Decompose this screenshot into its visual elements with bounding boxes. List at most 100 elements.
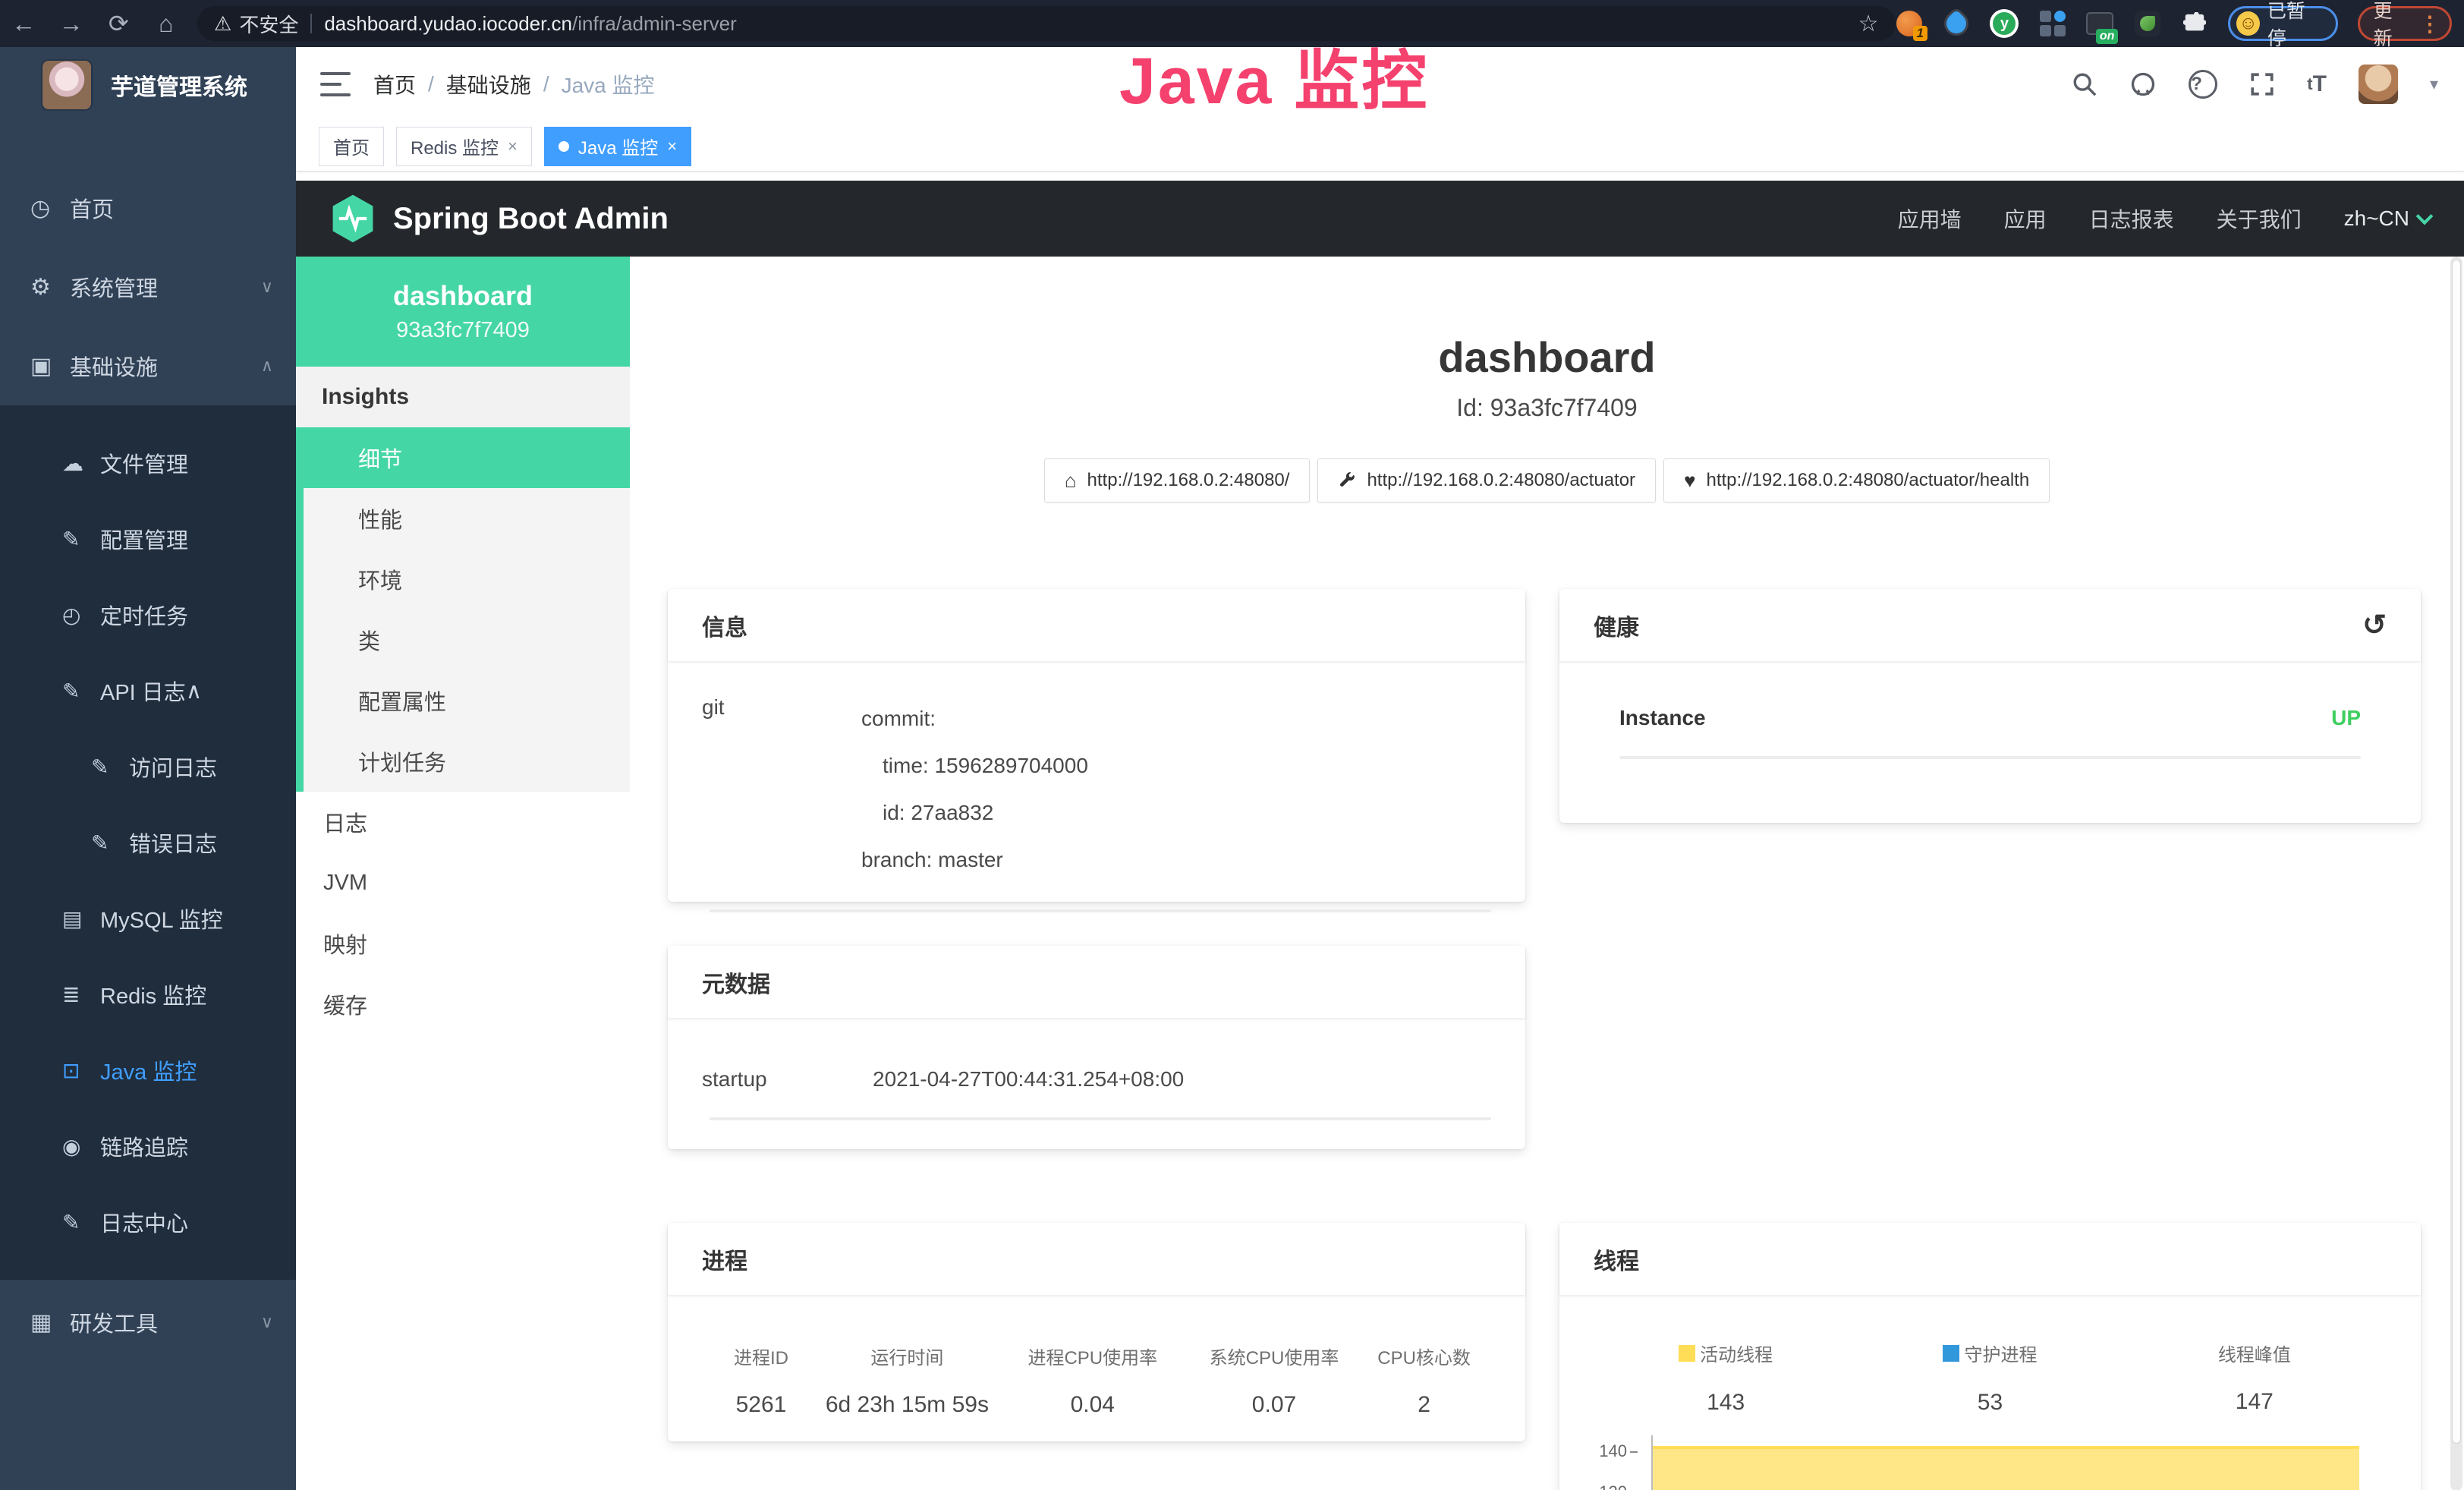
text-size-icon[interactable]: tT (2307, 71, 2327, 97)
chrome-update-button[interactable]: 更新 ⋮ (2358, 6, 2452, 41)
sba-item-logs[interactable]: 日志 (296, 792, 630, 852)
sidebar-item-error-log[interactable]: ✎ 错误日志 (0, 805, 296, 880)
tag-redis-monitor[interactable]: Redis 监控 × (396, 127, 532, 166)
sidebar-item-label: API 日志 (100, 675, 186, 707)
actuator-url: http://192.168.0.2:48080/actuator (1367, 470, 1635, 491)
back-icon[interactable]: ← (0, 10, 48, 38)
sidebar-item-log-center[interactable]: ✎ 日志中心 (0, 1184, 296, 1260)
threads-legend: 活动线程 143 守护进程 53 线程峰值 147 (1594, 1329, 2387, 1416)
scrollbar-thumb[interactable] (2452, 260, 2461, 1444)
sba-item-mappings[interactable]: 映射 (296, 913, 630, 974)
extension-icon-grid[interactable] (2038, 9, 2066, 38)
extension-icon-orange[interactable]: 1 (1896, 9, 1923, 38)
sidebar-item-java-monitor[interactable]: ⊡ Java 监控 (0, 1032, 296, 1108)
user-avatar[interactable] (2359, 65, 2398, 104)
help-icon[interactable]: ? (2189, 70, 2217, 99)
security-label[interactable]: 不安全 (239, 10, 298, 38)
extension-icon-on[interactable]: on (2086, 9, 2113, 38)
sidebar-item-label: 系统管理 (70, 271, 158, 303)
home-icon[interactable]: ⌂ (143, 10, 190, 38)
sidebar-item-infra[interactable]: ▣ 基础设施 ∧ (0, 326, 296, 405)
service-url-button[interactable]: ⌂ http://192.168.0.2:48080/ (1044, 458, 1311, 502)
caret-down-icon[interactable]: ▾ (2430, 74, 2438, 94)
sidebar-item-label: 日志中心 (100, 1206, 188, 1238)
log-icon: ✎ (91, 754, 129, 780)
forward-icon[interactable]: → (48, 10, 96, 38)
sba-item-config-props[interactable]: 配置属性 (296, 670, 630, 731)
sidebar-item-api-log[interactable]: ✎ API 日志 ∧ (0, 653, 296, 729)
app-brand[interactable]: 芋道管理系统 (0, 47, 296, 123)
heart-pulse-icon: ♥ (1684, 469, 1695, 493)
sidebar-item-file[interactable]: ☁ 文件管理 (0, 425, 296, 501)
sba-item-classes[interactable]: 类 (296, 610, 630, 670)
sidebar-item-label: 定时任务 (100, 599, 188, 631)
sidebar-item-devtool[interactable]: ▦ 研发工具 ∨ (0, 1283, 296, 1362)
live-threads-value: 143 (1594, 1390, 1858, 1416)
instance-header[interactable]: dashboard 93a3fc7f7409 (296, 257, 630, 367)
sidebar-item-job[interactable]: ◴ 定时任务 (0, 577, 296, 653)
sidebar-item-access-log[interactable]: ✎ 访问日志 (0, 729, 296, 805)
profile-paused-pill[interactable]: ☺ 已暂停 (2228, 6, 2337, 41)
close-icon[interactable]: × (508, 137, 518, 156)
legend-label: 守护进程 (1964, 1340, 2037, 1366)
sba-nav-wall[interactable]: 应用墙 (1898, 203, 1962, 234)
sidebar-menu: ◷ 首页 ⚙ 系统管理 ∨ ▣ 基础设施 ∧ ☁ 文件管理 ✎ 配置管 (0, 169, 296, 1362)
process-card: 进程 进程ID 5261 运行时间 6d 23h 15m 59s (668, 1223, 1525, 1441)
breadcrumb-home[interactable]: 首页 (373, 69, 416, 99)
fullscreen-icon[interactable] (2249, 71, 2275, 97)
threads-card-body: 活动线程 143 守护进程 53 线程峰值 147 (1559, 1295, 2421, 1490)
sba-item-jvm[interactable]: JVM (296, 852, 630, 913)
sba-item-details[interactable]: 细节 (296, 427, 630, 488)
browser-menu-icon[interactable]: ⋮ (2419, 11, 2440, 36)
tag-java-monitor[interactable]: Java 监控 × (544, 127, 691, 166)
database-icon: ▤ (62, 906, 100, 931)
sidebar-item-trace[interactable]: ◉ 链路追踪 (0, 1108, 296, 1184)
language-selector[interactable]: zh~CN (2344, 206, 2431, 231)
row-divider (710, 1117, 1491, 1120)
collapse-sidebar-icon[interactable] (320, 72, 351, 96)
address-bar[interactable]: ⚠ 不安全 dashboard.yudao.iocoder.cn/infra/a… (197, 6, 1896, 41)
actuator-url-button[interactable]: http://192.168.0.2:48080/actuator (1317, 458, 1656, 502)
cell-process-cpu: 0.04 (994, 1392, 1191, 1418)
sidebar-item-config[interactable]: ✎ 配置管理 (0, 501, 296, 577)
history-icon[interactable]: ↺ (2362, 608, 2387, 642)
bookmark-star-icon[interactable]: ☆ (1858, 11, 1879, 37)
reload-icon[interactable]: ⟳ (95, 9, 143, 38)
extension-icon-green-circle[interactable]: y (1990, 9, 2019, 38)
chevron-up-icon: ∧ (261, 356, 273, 376)
y-tick: 120 (1594, 1482, 1638, 1490)
extension-icon-leaf[interactable] (2133, 9, 2160, 38)
sba-nav-about[interactable]: 关于我们 (2217, 203, 2302, 234)
active-dot (559, 141, 569, 152)
sba-item-environment[interactable]: 环境 (296, 549, 630, 610)
breadcrumb-infra[interactable]: 基础设施 (446, 69, 531, 99)
column-header: 系统CPU使用率 (1191, 1343, 1357, 1369)
health-card: 健康 ↺ Instance UP (1559, 589, 2421, 823)
sba-item-metrics[interactable]: 性能 (296, 488, 630, 549)
health-url-button[interactable]: ♥ http://192.168.0.2:48080/actuator/heal… (1663, 458, 2050, 502)
extensions-puzzle-icon[interactable] (2181, 9, 2208, 38)
breadcrumb-separator: / (428, 72, 434, 96)
column-header: 进程CPU使用率 (994, 1343, 1191, 1369)
close-icon[interactable]: × (667, 137, 677, 156)
search-icon[interactable] (2072, 71, 2097, 97)
health-card-body: Instance UP (1559, 661, 2421, 782)
tag-home[interactable]: 首页 (319, 127, 384, 166)
sidebar-item-system[interactable]: ⚙ 系统管理 ∨ (0, 247, 296, 326)
threads-card: 线程 活动线程 143 守护进程 53 (1559, 1223, 2421, 1490)
sba-item-caches[interactable]: 缓存 (296, 974, 630, 1035)
sba-item-scheduled-tasks[interactable]: 计划任务 (296, 731, 630, 792)
toolbox-icon: ▦ (30, 1309, 70, 1336)
monitor-icon: ▣ (30, 353, 70, 380)
sba-brand[interactable]: Spring Boot Admin (329, 194, 669, 244)
sba-nav-applications[interactable]: 应用 (2004, 203, 2047, 234)
sidebar-item-home[interactable]: ◷ 首页 (0, 169, 296, 247)
sidebar-item-redis[interactable]: ≣ Redis 监控 (0, 956, 296, 1032)
edit-icon: ✎ (62, 527, 100, 552)
sba-nav-journal[interactable]: 日志报表 (2089, 203, 2174, 234)
extension-icon-pin[interactable] (1943, 9, 1970, 38)
sidebar-item-mysql[interactable]: ▤ MySQL 监控 (0, 880, 296, 956)
scrollbar[interactable] (2450, 257, 2462, 1490)
github-icon[interactable] (2129, 71, 2157, 98)
cloud-upload-icon: ☁ (62, 451, 100, 476)
